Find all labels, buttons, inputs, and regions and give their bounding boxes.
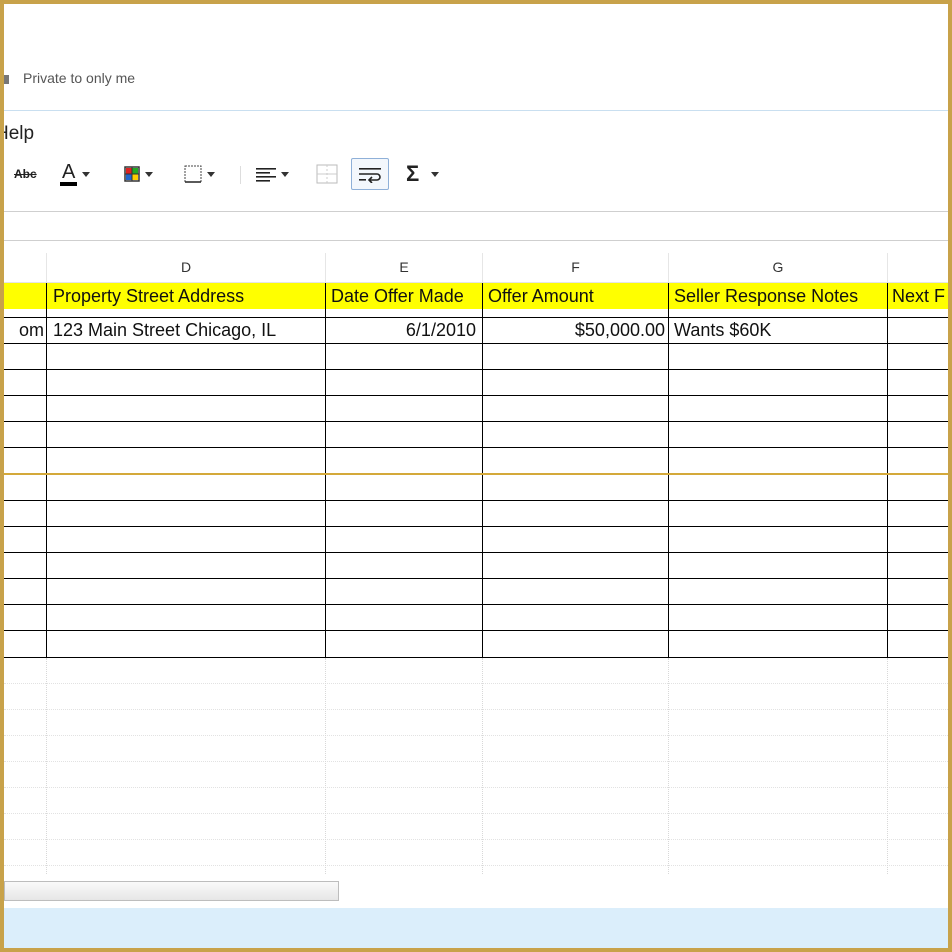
- grid-vertical-line: [325, 283, 326, 657]
- column-header-separator: [482, 253, 483, 282]
- data-cell-address[interactable]: 123 Main Street Chicago, IL: [47, 317, 325, 343]
- empty-grid-column-line: [668, 658, 669, 874]
- header-cell-partial[interactable]: [4, 283, 47, 309]
- empty-grid-column-line: [482, 658, 483, 874]
- spreadsheet-window: Private to only me Help Abc A: [4, 4, 948, 948]
- grid-horizontal-line: [4, 657, 948, 658]
- grid-horizontal-line: [4, 552, 948, 553]
- header-cell-offer-amount[interactable]: Offer Amount: [483, 283, 668, 309]
- empty-grid-column-line: [325, 658, 326, 874]
- header-cell-seller-notes[interactable]: Seller Response Notes: [669, 283, 887, 309]
- header-cell-address[interactable]: Property Street Address: [47, 283, 325, 309]
- empty-grid-row-line: [4, 839, 948, 840]
- grid-horizontal-line: [4, 604, 948, 605]
- grid-horizontal-line: [4, 578, 948, 579]
- sheet-grid: Property Street Address Date Offer Made …: [4, 4, 948, 948]
- grid-horizontal-line: [4, 526, 948, 527]
- empty-grid-row-line: [4, 735, 948, 736]
- grid-horizontal-line: [4, 395, 948, 396]
- empty-grid-row-line: [4, 709, 948, 710]
- empty-grid-row-line: [4, 813, 948, 814]
- empty-grid-row-line: [4, 683, 948, 684]
- data-cell-next[interactable]: [888, 317, 948, 343]
- column-header-separator: [325, 253, 326, 282]
- data-cell-offer-amount[interactable]: $50,000.00: [483, 317, 668, 343]
- grid-horizontal-line: [4, 369, 948, 370]
- grid-vertical-line: [46, 283, 47, 657]
- grid-horizontal-line: [4, 317, 948, 318]
- grid-horizontal-line: [4, 630, 948, 631]
- empty-grid-row-line: [4, 865, 948, 866]
- column-header-separator: [668, 253, 669, 282]
- column-header-separator: [46, 253, 47, 282]
- column-header-separator: [887, 253, 888, 282]
- grid-horizontal-line: [4, 447, 948, 448]
- grid-vertical-line: [887, 283, 888, 657]
- empty-grid-row-line: [4, 787, 948, 788]
- selection-border: [4, 473, 948, 475]
- grid-vertical-line: [668, 283, 669, 657]
- header-cell-next[interactable]: Next F: [888, 283, 948, 309]
- header-cell-date-offer[interactable]: Date Offer Made: [326, 283, 482, 309]
- status-bar: [4, 908, 948, 948]
- grid-horizontal-line: [4, 421, 948, 422]
- data-cell-date-offer[interactable]: 6/1/2010: [326, 317, 482, 343]
- data-cell-seller-notes[interactable]: Wants $60K: [669, 317, 887, 343]
- grid-vertical-line: [482, 283, 483, 657]
- grid-horizontal-line: [4, 500, 948, 501]
- empty-grid-column-line: [887, 658, 888, 874]
- empty-grid-row-line: [4, 761, 948, 762]
- grid-horizontal-line: [4, 343, 948, 344]
- empty-grid-column-line: [46, 658, 47, 874]
- horizontal-scrollbar[interactable]: [4, 881, 339, 901]
- data-cell-partial[interactable]: om: [4, 317, 47, 343]
